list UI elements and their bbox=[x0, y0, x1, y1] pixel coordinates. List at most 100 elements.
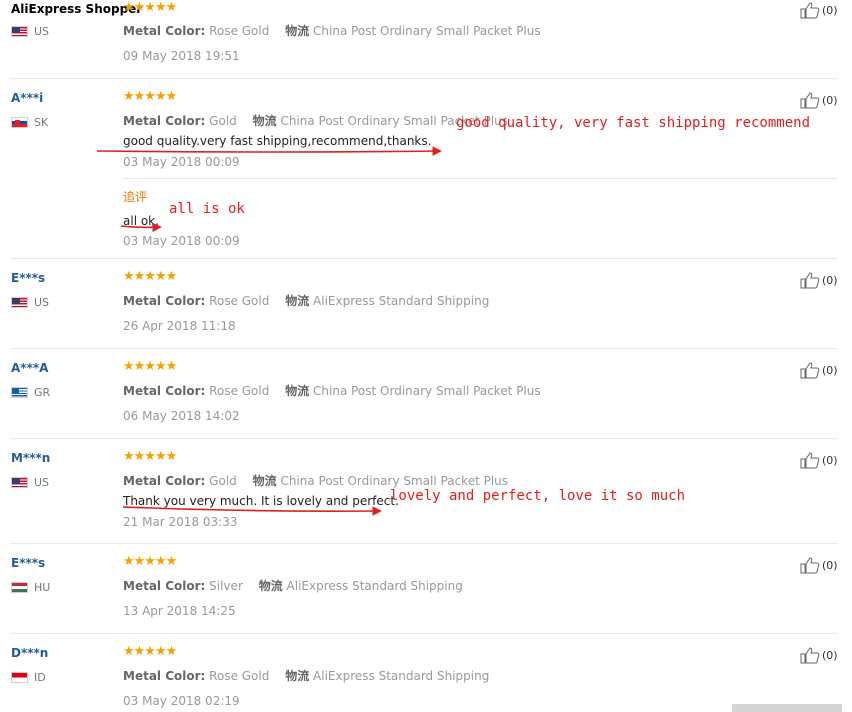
review-date: 03 May 2018 00:09 bbox=[123, 155, 240, 169]
hu-flag-icon bbox=[11, 582, 28, 593]
review-date: 13 Apr 2018 14:25 bbox=[123, 604, 236, 618]
product-meta: Metal Color: Rose Gold 物流 AliExpress Sta… bbox=[123, 667, 489, 684]
reviewer-country: US bbox=[11, 296, 49, 309]
divider bbox=[10, 438, 838, 439]
gr-flag-icon bbox=[11, 387, 28, 398]
shipping-label: 物流 bbox=[285, 669, 310, 683]
metal-color-value: Gold bbox=[209, 474, 237, 488]
shipping-value: AliExpress Standard Shipping bbox=[313, 294, 490, 308]
inner-divider bbox=[123, 178, 838, 179]
like-count: (0) bbox=[822, 364, 838, 377]
reviewer-name[interactable]: D***n bbox=[11, 646, 48, 660]
rating-stars: ★★★★★ bbox=[123, 359, 177, 374]
shipping-value: AliExpress Standard Shipping bbox=[313, 669, 490, 683]
product-meta: Metal Color: Gold 物流 China Post Ordinary… bbox=[123, 112, 508, 129]
review-date: 03 May 2018 02:19 bbox=[123, 694, 240, 708]
like-count: (0) bbox=[822, 559, 838, 572]
metal-color-label: Metal Color: bbox=[123, 384, 206, 398]
like-button[interactable]: (0) bbox=[800, 647, 838, 664]
additional-review-label: 追评 bbox=[123, 190, 148, 204]
thumbs-up-icon bbox=[800, 272, 820, 289]
product-meta: Metal Color: Rose Gold 物流 AliExpress Sta… bbox=[123, 292, 489, 309]
additional-review-date: 03 May 2018 00:09 bbox=[123, 234, 240, 248]
product-meta: Metal Color: Rose Gold 物流 China Post Ord… bbox=[123, 22, 541, 39]
annotation-note: lovely and perfect, love it so much bbox=[390, 488, 686, 504]
thumbs-up-icon bbox=[800, 92, 820, 109]
reviewer-name[interactable]: A***A bbox=[11, 361, 48, 375]
thumbs-up-icon bbox=[800, 557, 820, 574]
shipping-label: 物流 bbox=[258, 579, 283, 593]
metal-color-value: Rose Gold bbox=[209, 669, 270, 683]
reviewer-country: US bbox=[11, 25, 49, 38]
annotation-note: good quality, very fast shipping recomme… bbox=[456, 115, 811, 131]
review-date: 21 Mar 2018 03:33 bbox=[123, 515, 238, 529]
like-count: (0) bbox=[822, 94, 838, 107]
country-code: US bbox=[34, 25, 50, 38]
rating-stars: ★★★★★ bbox=[123, 449, 177, 464]
metal-color-label: Metal Color: bbox=[123, 579, 206, 593]
divider bbox=[10, 258, 838, 259]
reviewer-country: ID bbox=[11, 671, 46, 684]
rating-stars: ★★★★★ bbox=[123, 269, 177, 284]
shipping-value: AliExpress Standard Shipping bbox=[286, 579, 463, 593]
like-count: (0) bbox=[822, 454, 838, 467]
additional-review-text: all ok. bbox=[123, 214, 159, 228]
shipping-label: 物流 bbox=[285, 24, 310, 38]
review-date: 26 Apr 2018 11:18 bbox=[123, 319, 236, 333]
divider bbox=[10, 633, 838, 634]
shipping-label: 物流 bbox=[252, 114, 277, 128]
review-text: Thank you very much. It is lovely and pe… bbox=[123, 494, 399, 508]
reviewer-country: HU bbox=[11, 581, 50, 594]
metal-color-label: Metal Color: bbox=[123, 24, 206, 38]
reviewer-name[interactable]: A***i bbox=[11, 91, 43, 105]
shipping-value: China Post Ordinary Small Packet Plus bbox=[280, 474, 509, 488]
shipping-label: 物流 bbox=[285, 384, 310, 398]
shipping-value: China Post Ordinary Small Packet Plus bbox=[313, 24, 541, 38]
metal-color-value: Rose Gold bbox=[209, 384, 270, 398]
metal-color-value: Rose Gold bbox=[209, 24, 270, 38]
metal-color-label: Metal Color: bbox=[123, 294, 206, 308]
rating-stars: ★★★★★ bbox=[123, 89, 177, 104]
like-button[interactable]: (0) bbox=[800, 92, 838, 109]
shipping-label: 物流 bbox=[252, 474, 277, 488]
id-flag-icon bbox=[11, 672, 28, 683]
metal-color-value: Silver bbox=[209, 579, 243, 593]
thumbs-up-icon bbox=[800, 362, 820, 379]
shipping-value: China Post Ordinary Small Packet Plus bbox=[313, 384, 541, 398]
metal-color-value: Rose Gold bbox=[209, 294, 270, 308]
review-date: 06 May 2018 14:02 bbox=[123, 409, 240, 423]
thumbs-up-icon bbox=[800, 452, 820, 469]
us-flag-icon bbox=[11, 477, 28, 488]
review-date: 09 May 2018 19:51 bbox=[123, 49, 240, 63]
reviewer-name[interactable]: M***n bbox=[11, 451, 50, 465]
reviewer-country: GR bbox=[11, 386, 50, 399]
metal-color-label: Metal Color: bbox=[123, 669, 206, 683]
metal-color-label: Metal Color: bbox=[123, 114, 206, 128]
like-count: (0) bbox=[822, 4, 838, 17]
like-button[interactable]: (0) bbox=[800, 452, 838, 469]
reviewer-name[interactable]: E***s bbox=[11, 271, 45, 285]
arrow-line bbox=[96, 146, 442, 156]
like-button[interactable]: (0) bbox=[800, 2, 838, 19]
like-count: (0) bbox=[822, 274, 838, 287]
like-button[interactable]: (0) bbox=[800, 557, 838, 574]
country-code: SK bbox=[34, 116, 49, 129]
country-code: ID bbox=[34, 671, 46, 684]
sk-flag-icon bbox=[11, 117, 28, 128]
horizontal-scrollbar[interactable] bbox=[732, 704, 842, 712]
divider bbox=[10, 543, 838, 544]
rating-stars: ★★★★★ bbox=[123, 644, 177, 659]
divider bbox=[10, 348, 838, 349]
like-button[interactable]: (0) bbox=[800, 272, 838, 289]
thumbs-up-icon bbox=[800, 2, 820, 19]
us-flag-icon bbox=[11, 26, 28, 37]
reviewer-country: US bbox=[11, 476, 49, 489]
product-meta: Metal Color: Rose Gold 物流 China Post Ord… bbox=[123, 382, 541, 399]
like-button[interactable]: (0) bbox=[800, 362, 838, 379]
rating-stars: ★★★★★ bbox=[123, 0, 177, 15]
rating-stars: ★★★★★ bbox=[123, 554, 177, 569]
thumbs-up-icon bbox=[800, 647, 820, 664]
country-code: HU bbox=[34, 581, 51, 594]
reviewer-name[interactable]: E***s bbox=[11, 556, 45, 570]
metal-color-value: Gold bbox=[209, 114, 237, 128]
